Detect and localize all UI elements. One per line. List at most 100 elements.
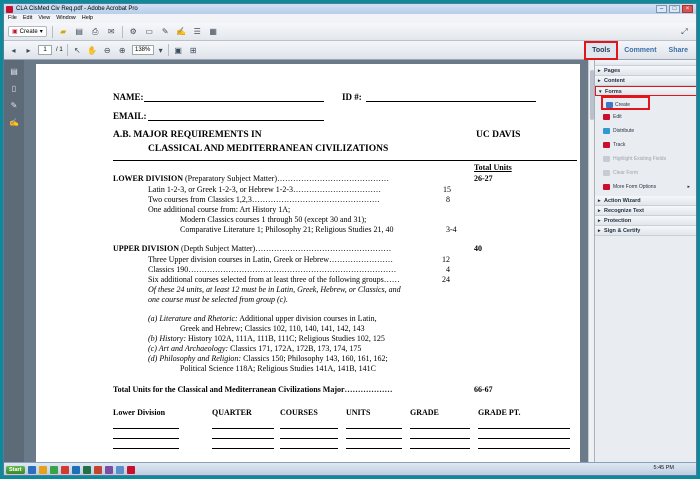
window-icon[interactable] [115, 465, 124, 474]
upper-units-1: 12 [442, 255, 450, 264]
comment-icon[interactable]: ▭ [144, 26, 155, 37]
menu-file[interactable]: File [8, 14, 17, 23]
section-content[interactable]: ▸ Content [595, 76, 696, 86]
acrobat-icon[interactable] [60, 465, 69, 474]
lower-line-2: Two courses from Classics 1,2,3………………………… [148, 195, 380, 204]
chevron-right-icon: ▸ [687, 184, 690, 190]
total-units-header: Total Units [474, 163, 512, 172]
media-icon[interactable] [49, 465, 58, 474]
distribute-form-icon [603, 128, 610, 134]
title-divider [113, 160, 577, 161]
powerpoint-icon[interactable] [93, 465, 102, 474]
attachments-icon[interactable]: ✎ [8, 99, 20, 111]
zoom-out-icon[interactable]: ⊖ [102, 45, 113, 56]
form-item-distribute[interactable]: Distribute [595, 124, 696, 138]
upper-line-3: Six additional courses selected from at … [148, 275, 400, 284]
section-forms[interactable]: ▾ Forms [595, 86, 696, 96]
menu-edit[interactable]: Edit [23, 14, 32, 23]
section-recognize-text[interactable]: ▸ Recognize Text [595, 206, 696, 216]
chevron-right-icon: ▸ [598, 78, 601, 84]
section-pages[interactable]: ▸ Pages [595, 66, 696, 76]
print-icon[interactable]: ⎙ [90, 26, 101, 37]
page-thumbnails-icon[interactable]: ▤ [8, 65, 20, 77]
total-units-value: 66-67 [474, 385, 493, 394]
attach-icon[interactable]: ✎ [160, 26, 171, 37]
review-icon[interactable]: ☰ [192, 26, 203, 37]
chevron-down-icon: ▾ [39, 29, 43, 35]
name-label: NAME: [113, 92, 144, 102]
minimize-button[interactable]: – [656, 5, 667, 13]
menu-window[interactable]: Window [56, 14, 76, 23]
section-sign-certify[interactable]: ▸ Sign & Certify [595, 226, 696, 236]
highlight-fields-icon [603, 156, 610, 162]
previous-page-icon[interactable]: ◂ [8, 45, 19, 56]
bookmarks-icon[interactable]: ▯ [8, 82, 20, 94]
campus-label: UC DAVIS [476, 130, 521, 140]
form-item-highlight-fields: Highlight Existing Fields [595, 152, 696, 166]
lower-line-3: One additional course from: Art History … [148, 205, 291, 214]
folder-icon[interactable] [38, 465, 47, 474]
excel-icon[interactable] [82, 465, 91, 474]
next-page-icon[interactable]: ▸ [23, 45, 34, 56]
section-action-wizard[interactable]: ▸ Action Wizard [595, 196, 696, 206]
start-button[interactable]: Start [6, 465, 25, 474]
lower-units-5: 3-4 [446, 225, 457, 234]
table-blank-line [346, 448, 402, 449]
table-blank-line [410, 448, 470, 449]
zoom-level-select[interactable]: 138% [131, 45, 154, 55]
select-cursor-icon[interactable]: ↖ [72, 45, 83, 56]
menu-view[interactable]: View [38, 14, 50, 23]
group-d: (d) Philosophy and Religion: Classics 15… [148, 354, 388, 363]
table-header-units: UNITS [346, 408, 371, 417]
maximize-button[interactable]: □ [669, 5, 680, 13]
email-underline [148, 120, 324, 121]
pdf-page: NAME: ID #: EMAIL: A.B. MAJOR REQUIREMEN… [36, 64, 580, 462]
app-icon[interactable] [104, 465, 113, 474]
ie-icon[interactable] [27, 465, 36, 474]
main-toolbar: ▣ Create ▾ ▰ ▤ ⎙ ✉ ⚙ ▭ ✎ ✍ ☰ ▦ ⤢ [4, 23, 696, 41]
fit-page-icon[interactable]: ▣ [173, 45, 184, 56]
upper-note-2: one course must be selected from group (… [148, 295, 288, 304]
settings-icon[interactable]: ⚙ [128, 26, 139, 37]
track-form-icon [603, 142, 610, 148]
save-icon[interactable]: ▤ [74, 26, 85, 37]
word-icon[interactable] [71, 465, 80, 474]
signatures-icon[interactable]: ✍ [8, 116, 20, 128]
create-form-icon [606, 102, 613, 108]
create-button[interactable]: ▣ Create ▾ [8, 26, 47, 37]
email-icon[interactable]: ✉ [106, 26, 117, 37]
tab-comment[interactable]: Comment [618, 41, 662, 60]
sign-icon[interactable]: ✍ [176, 26, 187, 37]
table-blank-line [113, 438, 179, 439]
open-folder-icon[interactable]: ▰ [58, 26, 69, 37]
table-blank-line [280, 438, 338, 439]
upper-division-heading: UPPER DIVISION (Depth Subject Matter)………… [113, 244, 392, 253]
menu-help[interactable]: Help [82, 14, 93, 23]
clear-form-icon [603, 170, 610, 176]
form-item-more-options[interactable]: More Form Options ▸ [595, 180, 696, 194]
scan-icon[interactable]: ▦ [208, 26, 219, 37]
tab-tools[interactable]: Tools [584, 41, 619, 60]
form-item-create[interactable]: Create [601, 96, 650, 110]
close-button[interactable]: × [682, 5, 693, 13]
table-blank-line [346, 438, 402, 439]
zoom-in-icon[interactable]: ⊕ [117, 45, 128, 56]
upper-division-total: 40 [474, 244, 482, 253]
fit-width-icon[interactable]: ⊞ [188, 45, 199, 56]
table-blank-line [113, 448, 179, 449]
page-number-input[interactable]: 1 [38, 45, 52, 55]
acrobat-task-icon[interactable] [126, 465, 135, 474]
chevron-down-icon[interactable]: ▾ [158, 45, 164, 56]
task-tabs: Tools Comment Share [584, 41, 694, 60]
document-view: NAME: ID #: EMAIL: A.B. MAJOR REQUIREMEN… [24, 60, 588, 462]
lower-units-1: 15 [443, 185, 451, 194]
hand-tool-icon[interactable]: ✋ [87, 45, 98, 56]
table-header-quarter: QUARTER [212, 408, 252, 417]
form-item-edit[interactable]: Edit [595, 110, 696, 124]
table-blank-line [478, 448, 570, 449]
section-protection[interactable]: ▸ Protection [595, 216, 696, 226]
upper-units-2: 4 [446, 265, 450, 274]
expand-icon[interactable]: ⤢ [679, 26, 690, 37]
form-item-track[interactable]: Track [595, 138, 696, 152]
tab-share[interactable]: Share [663, 41, 694, 60]
